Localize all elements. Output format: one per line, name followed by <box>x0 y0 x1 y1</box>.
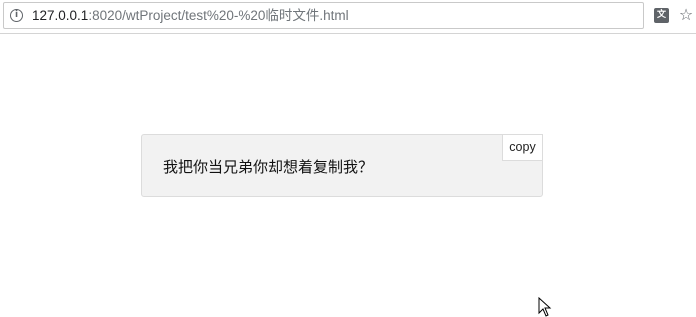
translate-icon[interactable]: 文 <box>654 8 669 23</box>
browser-address-bar: i 127.0.0.1:8020/wtProject/test%20-%20临时… <box>0 0 696 34</box>
star-icon[interactable]: ☆ <box>678 6 694 24</box>
url-field[interactable]: i 127.0.0.1:8020/wtProject/test%20-%20临时… <box>3 2 644 29</box>
card-text: 我把你当兄弟你却想着复制我？ <box>163 158 374 176</box>
copy-button[interactable]: copy <box>502 134 543 161</box>
mouse-cursor-icon <box>538 297 552 317</box>
info-icon[interactable]: i <box>10 9 23 22</box>
url-host: 127.0.0.1 <box>32 8 89 23</box>
url-path: :8020/wtProject/test%20-%20临时文件.html <box>88 8 349 23</box>
content-card: 我把你当兄弟你却想着复制我？ copy <box>141 134 543 197</box>
url-text[interactable]: 127.0.0.1:8020/wtProject/test%20-%20临时文件… <box>32 7 349 25</box>
